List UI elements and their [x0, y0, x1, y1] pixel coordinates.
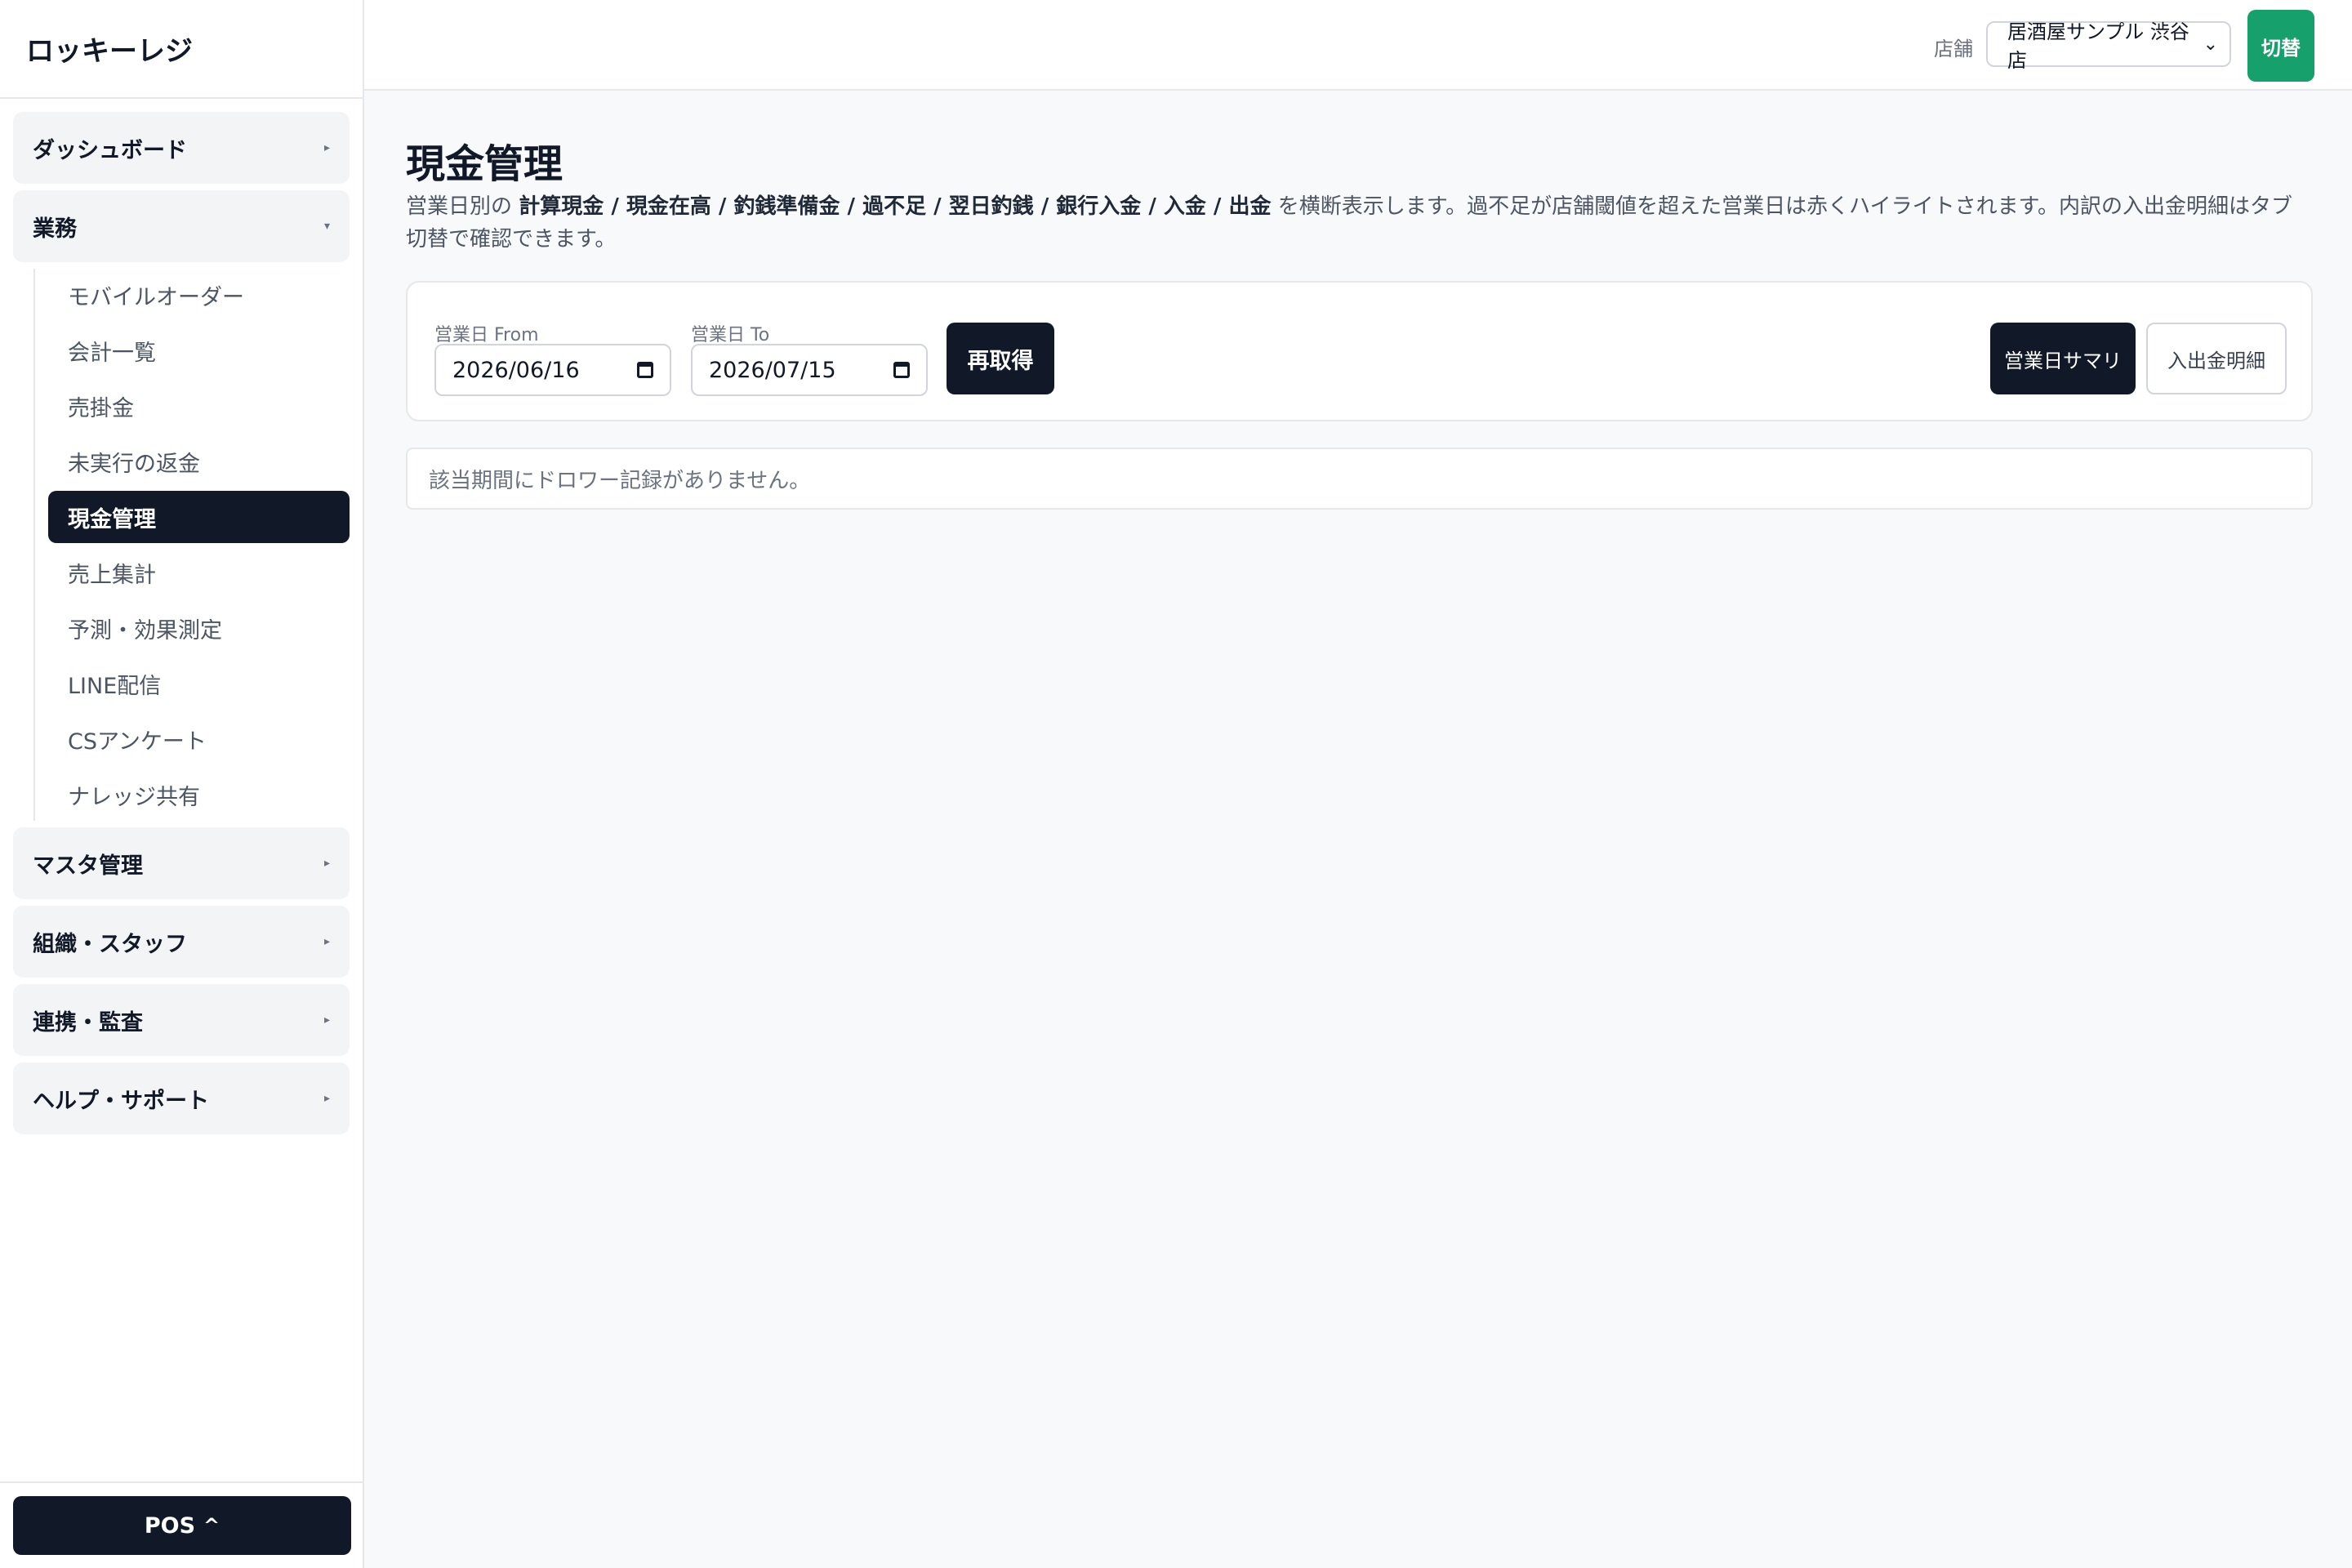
page-description-metrics: 計算現金 / 現金在高 / 釣銭準備金 / 過不足 / 翌日釣銭 / 銀行入金 … [519, 194, 1272, 219]
page-description: 営業日別の 計算現金 / 現金在高 / 釣銭準備金 / 過不足 / 翌日釣銭 /… [406, 190, 2313, 256]
sidebar-group-integration[interactable]: 連携・監査 ▸ [13, 984, 350, 1056]
sidebar-item-forecast[interactable]: 予測・効果測定 [48, 602, 350, 654]
from-date-input[interactable]: 2026/06/16 [434, 344, 671, 396]
business-subnav: モバイルオーダー 会計一覧 売掛金 未実行の返金 現金管理 売上集計 予測・効果… [33, 269, 350, 821]
sidebar-group-organization[interactable]: 組織・スタッフ ▸ [13, 906, 350, 978]
sidebar-item-mobile-order[interactable]: モバイルオーダー [48, 269, 350, 321]
sidebar-group-label: 業務 [33, 216, 77, 242]
store-select-value: 居酒屋サンプル 渋谷店 [2007, 20, 2189, 72]
empty-state-message: 該当期間にドロワー記録がありません。 [406, 448, 2313, 510]
page-description-prefix: 営業日別の [406, 194, 519, 219]
chevron-down-icon: ⌄ [2203, 33, 2218, 55]
filter-card: 営業日 From 2026/06/16 営業日 To 2026/07/15 再取… [406, 281, 2313, 421]
tab-cash-details[interactable]: 入出金明細 [2146, 323, 2287, 394]
sidebar-item-receivables[interactable]: 売掛金 [48, 380, 350, 432]
page-title: 現金管理 [406, 141, 564, 187]
pos-button-label: POS [144, 1512, 196, 1539]
sidebar-item-cash-management[interactable]: 現金管理 [48, 491, 350, 543]
to-date-value: 2026/07/15 [709, 357, 836, 383]
tab-daily-summary[interactable]: 営業日サマリ [1990, 323, 2136, 394]
caret-right-icon: ▸ [323, 935, 330, 948]
caret-right-icon: ▸ [323, 1013, 330, 1027]
switch-store-button[interactable]: 切替 [2247, 10, 2314, 82]
from-date-label: 営業日 From [434, 325, 539, 345]
sidebar-group-master[interactable]: マスタ管理 ▸ [13, 827, 350, 899]
caret-right-icon: ▸ [323, 1092, 330, 1105]
sidebar-group-label: 連携・監査 [33, 1009, 143, 1036]
store-select[interactable]: 居酒屋サンプル 渋谷店 ⌄ [1986, 20, 2231, 72]
sidebar-item-sales-summary[interactable]: 売上集計 [48, 546, 350, 599]
topbar: 店舗 居酒屋サンプル 渋谷店 ⌄ 切替 [364, 0, 2352, 91]
chevron-up-icon: ^ [203, 1514, 220, 1537]
sidebar-group-label: ヘルプ・サポート [33, 1088, 209, 1114]
to-date-input[interactable]: 2026/07/15 [691, 344, 928, 396]
sidebar: ロッキーレジ ダッシュボード ▸ 業務 ▾ モバイルオーダー 会計一覧 売掛金 … [0, 0, 364, 1568]
sidebar-item-knowledge[interactable]: ナレッジ共有 [48, 768, 350, 821]
sidebar-group-label: ダッシュボード [33, 137, 187, 163]
caret-right-icon: ▸ [323, 141, 330, 154]
sidebar-item-pending-refunds[interactable]: 未実行の返金 [48, 435, 350, 488]
sidebar-group-label: 組織・スタッフ [33, 931, 187, 957]
calendar-icon[interactable] [637, 362, 653, 378]
sidebar-group-dashboard[interactable]: ダッシュボード ▸ [13, 112, 350, 184]
to-date-label: 営業日 To [691, 325, 770, 345]
refetch-button[interactable]: 再取得 [947, 323, 1054, 394]
sidebar-group-label: マスタ管理 [33, 853, 143, 879]
sidebar-nav: ダッシュボード ▸ 業務 ▾ モバイルオーダー 会計一覧 売掛金 未実行の返金 … [0, 99, 363, 1134]
sidebar-item-line-delivery[interactable]: LINE配信 [48, 657, 350, 710]
sidebar-group-help[interactable]: ヘルプ・サポート ▸ [13, 1062, 350, 1134]
pos-button[interactable]: POS ^ [13, 1496, 351, 1555]
sidebar-footer: POS ^ [0, 1481, 363, 1568]
caret-down-icon: ▾ [323, 220, 330, 233]
sidebar-item-cs-survey[interactable]: CSアンケート [48, 713, 350, 765]
sidebar-group-business[interactable]: 業務 ▾ [13, 190, 350, 262]
sidebar-item-checkout-list[interactable]: 会計一覧 [48, 324, 350, 376]
app-logo[interactable]: ロッキーレジ [0, 0, 363, 99]
calendar-icon[interactable] [893, 362, 910, 378]
caret-right-icon: ▸ [323, 857, 330, 870]
store-label: 店舗 [1934, 38, 1973, 60]
from-date-value: 2026/06/16 [452, 357, 580, 383]
